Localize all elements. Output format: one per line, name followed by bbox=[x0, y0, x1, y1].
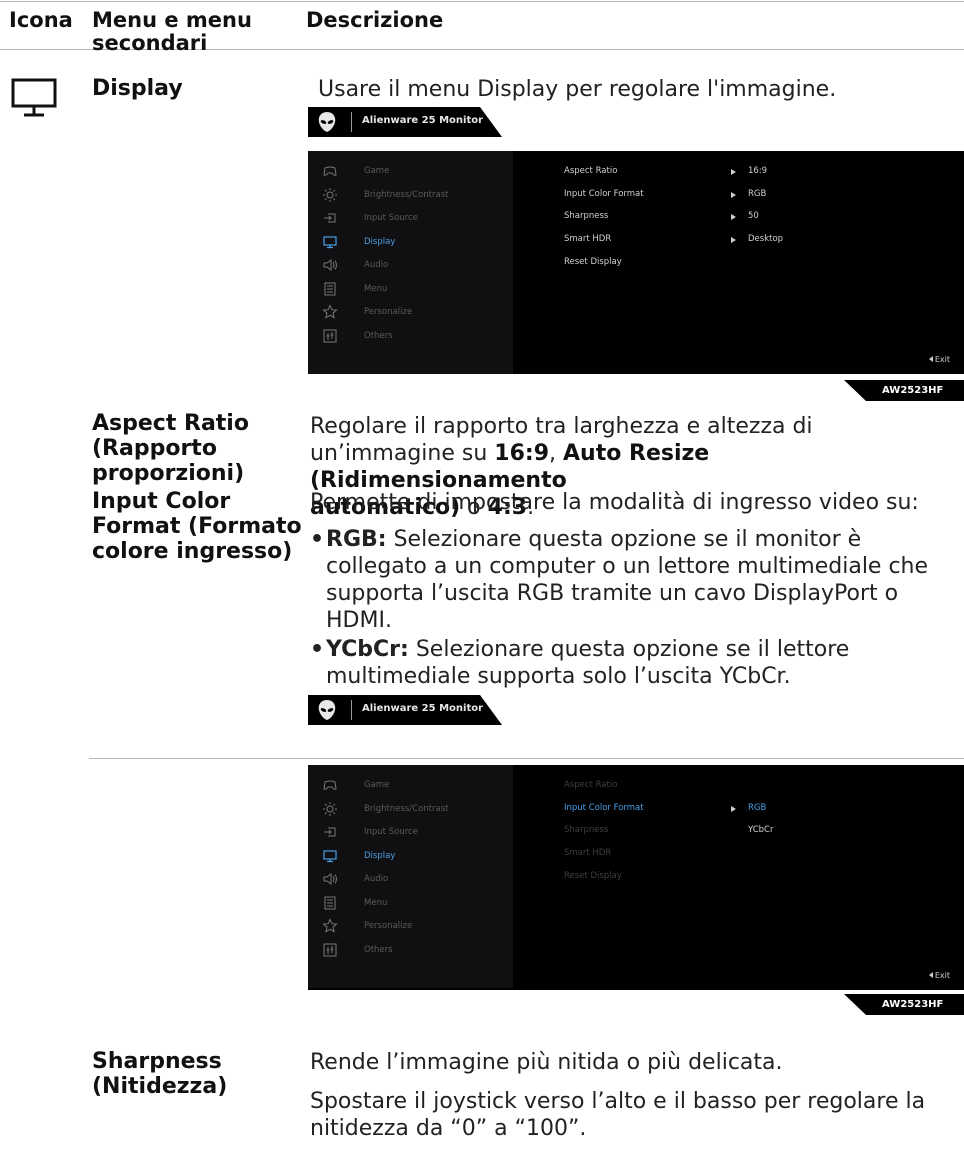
row-separator bbox=[89, 758, 964, 759]
osd-menu-item[interactable]: Brightness/Contrast bbox=[308, 798, 513, 821]
header-icon-col: Icona bbox=[9, 8, 73, 32]
osd-submenu-value: RGB bbox=[748, 188, 767, 199]
aspect-term: Aspect Ratio (Rapporto proporzioni) bbox=[92, 411, 249, 486]
osd-option[interactable]: RGB bbox=[748, 803, 766, 813]
header-menu-col: Menu e menu secondari bbox=[92, 8, 252, 55]
osd-menu-label: Display bbox=[364, 850, 396, 861]
gamepad-icon bbox=[323, 166, 337, 176]
others-icon bbox=[323, 329, 337, 342]
osd-input-color-menu: Game Brightness/Contrast Input Source Displ… bbox=[308, 765, 964, 990]
osd-menu-label: Menu bbox=[364, 897, 388, 908]
brightness-icon bbox=[323, 187, 337, 202]
osd-submenu-item[interactable]: Smart HDR bbox=[564, 848, 611, 858]
osd-option[interactable]: YCbCr bbox=[748, 825, 774, 835]
osd-submenu-value: Desktop bbox=[748, 234, 784, 245]
speaker-icon bbox=[323, 259, 337, 271]
osd-menu-item[interactable]: Input Source bbox=[308, 207, 513, 230]
star-icon bbox=[322, 304, 338, 319]
brightness-icon bbox=[323, 801, 337, 816]
osd-submenu-item[interactable]: Aspect Ratio bbox=[564, 166, 617, 176]
osd-menu-item[interactable]: Others bbox=[308, 939, 513, 962]
model-label-2: AW2523HF bbox=[844, 994, 964, 1015]
monitor-icon bbox=[323, 849, 337, 862]
osd-display-menu: Game Brightness/Contrast Input Source Displ… bbox=[308, 151, 964, 374]
osd-menu-label: Audio bbox=[364, 874, 389, 884]
osd-title-tab-2: Alienware 25 Monitor bbox=[308, 695, 502, 725]
input-source-icon bbox=[324, 213, 336, 223]
alien-head-icon bbox=[318, 700, 336, 720]
osd-exit-button[interactable]: Exit bbox=[929, 355, 950, 364]
osd-submenu-value: 16:9 bbox=[748, 166, 768, 176]
osd-menu-label: Others bbox=[364, 330, 393, 341]
model-label: AW2523HF bbox=[844, 380, 964, 401]
monitor-icon bbox=[11, 78, 57, 117]
osd-menu-item[interactable]: Menu bbox=[308, 892, 513, 915]
osd-menu-label: Game bbox=[364, 166, 390, 176]
osd-menu-label: Game bbox=[364, 780, 390, 790]
osd-menu-label: Personalize bbox=[364, 307, 413, 317]
osd-menu-item[interactable]: Audio bbox=[308, 868, 513, 891]
osd-menu-item[interactable]: Personalize bbox=[308, 301, 513, 324]
gamepad-icon bbox=[323, 780, 337, 790]
osd-menu-label: Brightness/Contrast bbox=[364, 189, 449, 200]
osd-menu-label: Menu bbox=[364, 283, 388, 294]
osd-menu-label: Display bbox=[364, 236, 396, 247]
osd-submenu-item[interactable]: Input Color Format bbox=[564, 803, 644, 813]
osd-menu-label: Personalize bbox=[364, 921, 413, 931]
osd-menu-label: Input Source bbox=[364, 213, 418, 223]
osd-menu-item[interactable]: Game bbox=[308, 774, 513, 797]
osd-submenu-item[interactable]: Reset Display bbox=[564, 257, 622, 267]
speaker-icon bbox=[323, 873, 337, 885]
others-icon bbox=[323, 943, 337, 956]
osd-menu-item[interactable]: Input Source bbox=[308, 821, 513, 844]
osd-submenu-item[interactable]: Input Color Format bbox=[564, 189, 644, 199]
osd-submenu-item[interactable]: Sharpness bbox=[564, 825, 608, 835]
chevron-right-icon bbox=[731, 805, 736, 812]
star-icon bbox=[322, 918, 338, 933]
display-desc: Usare il menu Display per regolare l'imm… bbox=[318, 77, 837, 102]
osd-menu-label: Others bbox=[364, 944, 393, 955]
table-top-rule bbox=[0, 1, 964, 2]
osd-menu-item[interactable]: Personalize bbox=[308, 915, 513, 938]
osd-menu-label: Input Source bbox=[364, 827, 418, 837]
osd-menu-item[interactable]: Audio bbox=[308, 254, 513, 277]
chevron-right-icon bbox=[731, 169, 736, 175]
osd-submenu-item[interactable]: Sharpness bbox=[564, 211, 608, 221]
osd-title: Alienware 25 Monitor bbox=[362, 115, 484, 126]
input-source-icon bbox=[324, 827, 336, 837]
bullet-ycbcr: • YCbCr: Selezionare questa opzione se i… bbox=[310, 637, 850, 689]
chevron-right-icon bbox=[731, 237, 736, 244]
monitor-icon bbox=[323, 235, 337, 248]
osd-submenu-item[interactable]: Aspect Ratio bbox=[564, 780, 617, 790]
icf-intro: Permette di impostare la modalità di ing… bbox=[310, 490, 919, 515]
osd-menu-label: Brightness/Contrast bbox=[364, 803, 449, 814]
sharpness-term: Sharpness (Nitidezza) bbox=[92, 1049, 228, 1099]
osd-menu-item[interactable]: Display bbox=[308, 231, 513, 254]
osd-submenu-value: 50 bbox=[748, 211, 759, 222]
alien-head-icon bbox=[318, 112, 336, 132]
header-desc-col: Descrizione bbox=[306, 8, 444, 32]
osd-menu-item[interactable]: Game bbox=[308, 160, 513, 183]
osd-menu-item[interactable]: Display bbox=[308, 845, 513, 868]
osd-exit-button[interactable]: Exit bbox=[929, 971, 950, 980]
bullet-rgb: • RGB: Selezionare questa opzione se il … bbox=[310, 527, 929, 633]
display-term: Display bbox=[92, 76, 183, 101]
osd-submenu-item[interactable]: Reset Display bbox=[564, 871, 622, 881]
sharpness-desc: Rende l’immagine più nitida o più delica… bbox=[310, 1050, 926, 1141]
osd-menu-label: Audio bbox=[364, 260, 389, 270]
chevron-right-icon bbox=[731, 214, 736, 221]
icf-term: Input Color Format (Formato colore ingre… bbox=[92, 489, 302, 564]
menu-list-icon bbox=[324, 896, 336, 909]
osd-submenu-item[interactable]: Smart HDR bbox=[564, 234, 611, 244]
menu-list-icon bbox=[324, 282, 336, 295]
chevron-right-icon bbox=[731, 191, 736, 198]
osd-menu-item[interactable]: Others bbox=[308, 325, 513, 348]
osd-menu-item[interactable]: Brightness/Contrast bbox=[308, 184, 513, 207]
osd-menu-item[interactable]: Menu bbox=[308, 278, 513, 301]
osd-title-tab: Alienware 25 Monitor bbox=[308, 107, 502, 137]
